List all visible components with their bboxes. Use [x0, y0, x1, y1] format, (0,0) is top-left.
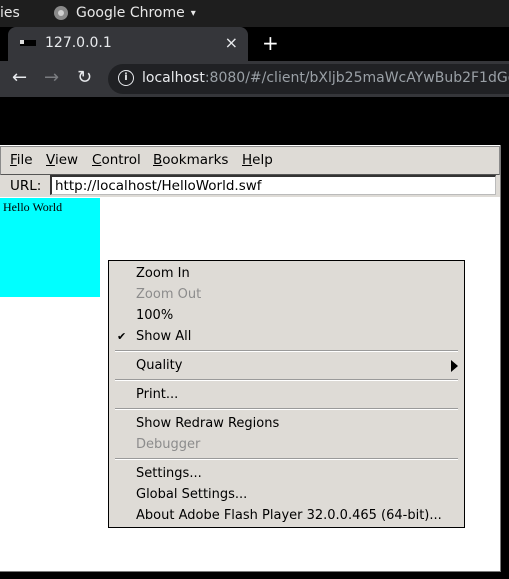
- favicon-icon: [20, 40, 36, 46]
- menu-control[interactable]: Control: [92, 152, 141, 168]
- menu-label: elp: [252, 152, 273, 168]
- menu-label: ile: [16, 152, 33, 168]
- menu-item-settings[interactable]: Settings...: [136, 464, 202, 484]
- reload-icon[interactable]: ↻: [77, 67, 92, 88]
- menu-item-print[interactable]: Print...: [136, 385, 178, 405]
- menu-item-zoom-in[interactable]: Zoom In: [136, 264, 190, 284]
- menu-accel: H: [242, 152, 253, 168]
- check-icon: ✔: [117, 330, 127, 343]
- stage-text: Hello World: [3, 200, 63, 214]
- menu-accel: V: [46, 152, 55, 168]
- new-tab-button[interactable]: +: [262, 31, 279, 55]
- app-name: Google Chrome: [76, 5, 185, 21]
- close-icon[interactable]: ×: [225, 33, 238, 52]
- menu-bookmarks[interactable]: Bookmarks: [153, 152, 228, 168]
- menu-help[interactable]: Help: [242, 152, 273, 168]
- tab-strip: 127.0.0.1 × +: [0, 27, 509, 61]
- menu-item-show-all[interactable]: Show All: [136, 327, 191, 347]
- menu-separator: [115, 408, 458, 410]
- menu-separator: [115, 350, 458, 352]
- menu-accel: F: [10, 152, 17, 168]
- menu-label: iew: [54, 152, 79, 168]
- menu-item-about[interactable]: About Adobe Flash Player 32.0.0.465 (64-…: [136, 506, 442, 526]
- menu-separator: [115, 379, 458, 381]
- context-menu: Zoom In Zoom Out 100% ✔ Show All Quality…: [108, 260, 465, 528]
- menu-item-show-redraw-regions[interactable]: Show Redraw Regions: [136, 414, 279, 434]
- back-icon[interactable]: ←: [12, 67, 27, 88]
- activities-button[interactable]: ies: [0, 5, 20, 21]
- url-input[interactable]: [50, 175, 496, 195]
- menu-item-100-percent[interactable]: 100%: [136, 306, 173, 326]
- submenu-arrow-icon: [451, 360, 458, 372]
- tab-active[interactable]: 127.0.0.1 ×: [8, 27, 248, 61]
- menu-item-quality[interactable]: Quality: [136, 356, 182, 376]
- url-label: URL:: [10, 178, 42, 194]
- forward-icon[interactable]: →: [44, 67, 59, 88]
- url-path: :8080/#/client/bXljb25maWcAYwBub2F1dGg=: [204, 70, 509, 86]
- menu-separator: [115, 458, 458, 460]
- os-top-bar: ies Google Chrome ▾: [0, 0, 509, 27]
- menu-file[interactable]: File: [10, 152, 33, 168]
- menu-item-zoom-out[interactable]: Zoom Out: [136, 285, 201, 305]
- menu-label: ontrol: [101, 152, 141, 168]
- menu-label: ookmarks: [162, 152, 229, 168]
- url-bar: URL:: [0, 175, 500, 197]
- menu-item-debugger[interactable]: Debugger: [136, 435, 200, 455]
- address-text: localhost:8080/#/client/bXljb25maWcAYwBu…: [142, 70, 509, 86]
- url-host: localhost: [142, 70, 205, 86]
- app-menu[interactable]: Google Chrome ▾: [54, 5, 196, 21]
- info-icon[interactable]: i: [118, 70, 134, 86]
- menubar: File View Control Bookmarks Help: [0, 146, 500, 176]
- menu-accel: B: [153, 152, 163, 168]
- address-bar[interactable]: i localhost:8080/#/client/bXljb25maWcAYw…: [108, 64, 509, 94]
- tab-title: 127.0.0.1: [45, 35, 112, 51]
- flash-stage[interactable]: Hello World: [0, 198, 100, 297]
- caret-down-icon: ▾: [190, 7, 196, 19]
- chrome-icon: [54, 6, 68, 20]
- menu-item-global-settings[interactable]: Global Settings...: [136, 485, 247, 505]
- browser-toolbar: ← → ↻ i localhost:8080/#/client/bXljb25m…: [0, 61, 509, 97]
- menu-view[interactable]: View: [46, 152, 78, 168]
